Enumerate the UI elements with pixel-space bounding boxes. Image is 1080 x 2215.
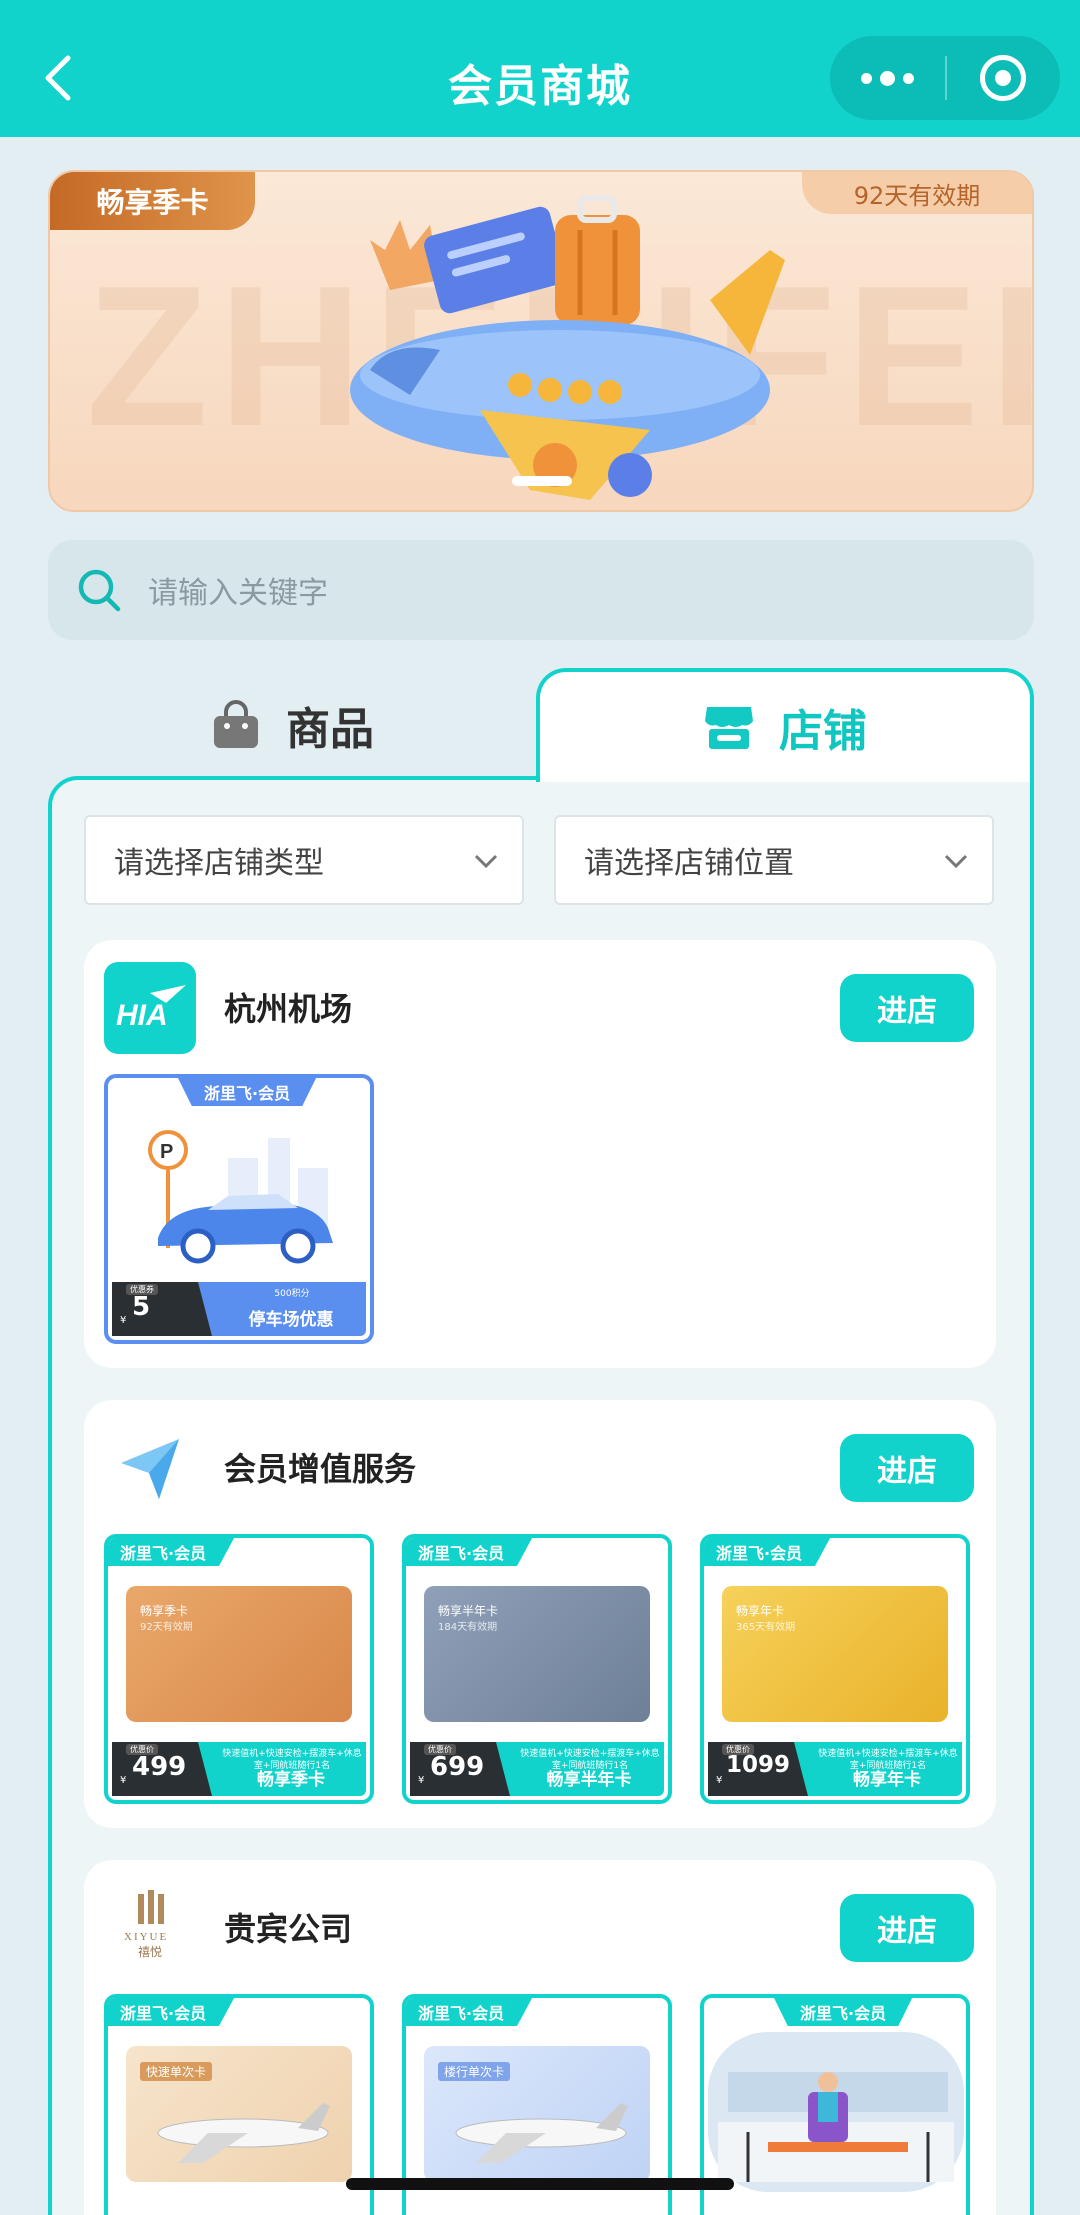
product-price: 1099 — [726, 1752, 791, 1778]
xiyue-logo: XIYUE 禧悦 — [104, 1882, 196, 1974]
tab-goods[interactable]: 商品 — [48, 670, 538, 780]
product-ribbon: 浙里飞·会员 — [178, 1078, 317, 1106]
store-location-placeholder: 请选择店铺位置 — [584, 846, 794, 881]
card-title: 楼行单次卡 — [438, 2062, 511, 2081]
card-title: 畅享季卡 — [140, 1604, 189, 1618]
more-dots-icon-center — [880, 70, 895, 86]
currency-symbol: ¥ — [120, 1315, 127, 1326]
store-icon — [705, 707, 753, 749]
hia-logo: HIA — [104, 962, 196, 1054]
product-price-bar: 优惠价 ¥ 699 快速值机+快速安检+摆渡车+休息室+同航班随行1名 畅享半年… — [410, 1742, 664, 1796]
enter-store-button[interactable]: 进店 — [840, 974, 974, 1042]
airport-checkin-illustration — [708, 2032, 964, 2192]
product-season-card[interactable]: 浙里飞·会员 畅享季卡 92天有效期 优惠价 ¥ 499 快速值机+快速安检+摆… — [104, 1534, 374, 1804]
store-type-placeholder: 请选择店铺类型 — [114, 846, 324, 881]
close-button[interactable] — [945, 36, 1060, 120]
home-indicator — [346, 2178, 734, 2190]
promo-banner[interactable]: ZHELIFEI 畅享季卡 92天有效期 — [48, 170, 1034, 512]
store-card-member-services: 会员增值服务 进店 浙里飞·会员 畅享季卡 92天有效期 优惠价 ¥ 499 快… — [84, 1400, 996, 1828]
banner-validity: 92天有效期 — [802, 172, 1032, 214]
currency-symbol: ¥ — [418, 1775, 425, 1786]
card-subtitle: 92天有效期 — [140, 1622, 193, 1633]
currency-symbol: ¥ — [120, 1775, 127, 1786]
product-ribbon: 浙里飞·会员 — [108, 1998, 235, 2026]
airplane-icon — [455, 2103, 628, 2163]
product-price: 699 — [430, 1752, 485, 1782]
price-box: 优惠券 ¥ 5 — [112, 1282, 212, 1336]
search-input[interactable]: 请输入关键字 — [48, 540, 1034, 640]
product-subtitle: 500积分 — [274, 1289, 310, 1299]
shopping-bag-icon — [214, 700, 258, 748]
search-icon — [78, 569, 121, 612]
product-price-bar: 优惠价 ¥ 1099 快速值机+快速安检+摆渡车+休息室+同航班随行1名 畅享年… — [708, 1742, 962, 1796]
product-name: 畅享半年卡 — [546, 1770, 632, 1790]
product-ribbon: 浙里飞·会员 — [406, 1538, 533, 1566]
mini-program-capsule — [830, 36, 1060, 120]
product-name: 畅享年卡 — [853, 1770, 921, 1790]
airplane-illustration — [350, 195, 785, 500]
tab-store-label: 店铺 — [779, 706, 867, 757]
store-card-vip-company: XIYUE 禧悦 贵宾公司 进店 浙里飞·会员 快速单次卡 浙里飞·会员 楼行单… — [84, 1860, 996, 2215]
product-price: 5 — [132, 1292, 151, 1322]
card-title: 畅享年卡 — [736, 1604, 785, 1618]
price-box: 优惠价 ¥ 699 — [410, 1742, 510, 1796]
svg-text:HIA: HIA — [116, 999, 168, 1032]
product-fast-single-card[interactable]: 浙里飞·会员 快速单次卡 — [104, 1994, 374, 2215]
nav-bar: 会员商城 — [0, 0, 1080, 137]
product-name: 停车场优惠 — [248, 1310, 334, 1330]
search-placeholder: 请输入关键字 — [148, 576, 328, 611]
chevron-down-icon — [944, 854, 968, 869]
store-type-select[interactable]: 请选择店铺类型 — [84, 815, 524, 905]
carousel-indicator — [512, 476, 572, 486]
card-subtitle: 184天有效期 — [438, 1622, 498, 1633]
product-checkin-service[interactable]: 浙里飞·会员 — [700, 1994, 970, 2215]
card-subtitle: 365天有效期 — [736, 1622, 796, 1633]
more-dots-icon-right — [903, 72, 914, 84]
card-title: 畅享半年卡 — [438, 1604, 499, 1618]
more-button[interactable] — [830, 36, 945, 120]
price-box: 优惠价 ¥ 1099 — [708, 1742, 808, 1796]
product-price-bar: 优惠券 ¥ 5 500积分 停车场优惠 — [112, 1282, 366, 1336]
store-name: 杭州机场 — [224, 990, 353, 1028]
product-year-card[interactable]: 浙里飞·会员 畅享年卡 365天有效期 优惠价 ¥ 1099 快速值机+快速安检… — [700, 1534, 970, 1804]
product-halfyear-card[interactable]: 浙里飞·会员 畅享半年卡 184天有效期 优惠价 ¥ 699 快速值机+快速安检… — [402, 1534, 672, 1804]
target-icon — [979, 55, 1026, 101]
tab-store[interactable]: 店铺 — [536, 668, 1034, 782]
product-name: 畅享季卡 — [257, 1770, 325, 1790]
product-parking[interactable]: 浙里飞·会员 P 优惠券 ¥ 5 500积分 停车场优惠 — [104, 1074, 374, 1344]
svg-text:禧悦: 禧悦 — [138, 1945, 162, 1959]
product-price: 499 — [132, 1752, 187, 1782]
tab-goods-label: 商品 — [286, 704, 374, 755]
product-ribbon: 浙里飞·会员 — [774, 1998, 913, 2026]
airplane-icon — [157, 2103, 330, 2163]
store-location-select[interactable]: 请选择店铺位置 — [554, 815, 994, 905]
product-ribbon: 浙里飞·会员 — [704, 1538, 831, 1566]
price-box: 优惠价 ¥ 499 — [112, 1742, 212, 1796]
store-card-hangzhou-airport: HIA 杭州机场 进店 浙里飞·会员 P 优惠券 ¥ 5 500积分 停车场优惠 — [84, 940, 996, 1368]
product-ribbon: 浙里飞·会员 — [108, 1538, 235, 1566]
card-title: 快速单次卡 — [140, 2062, 213, 2081]
store-name: 会员增值服务 — [224, 1450, 417, 1488]
currency-symbol: ¥ — [716, 1775, 723, 1786]
banner-tag: 畅享季卡 — [50, 172, 255, 230]
paper-plane-logo — [104, 1422, 196, 1514]
enter-store-button[interactable]: 进店 — [840, 1894, 974, 1962]
svg-text:P: P — [160, 1141, 173, 1163]
car-parking-illustration: P — [148, 1130, 333, 1264]
store-name: 贵宾公司 — [224, 1910, 353, 1948]
svg-text:XIYUE: XIYUE — [124, 1931, 168, 1943]
product-ribbon: 浙里飞·会员 — [406, 1998, 533, 2026]
more-dots-icon — [861, 72, 872, 84]
chevron-down-icon — [474, 854, 498, 869]
product-price-bar: 优惠价 ¥ 499 快速值机+快速安检+摆渡车+休息室+同航班随行1名 畅享季卡 — [112, 1742, 366, 1796]
enter-store-button[interactable]: 进店 — [840, 1434, 974, 1502]
